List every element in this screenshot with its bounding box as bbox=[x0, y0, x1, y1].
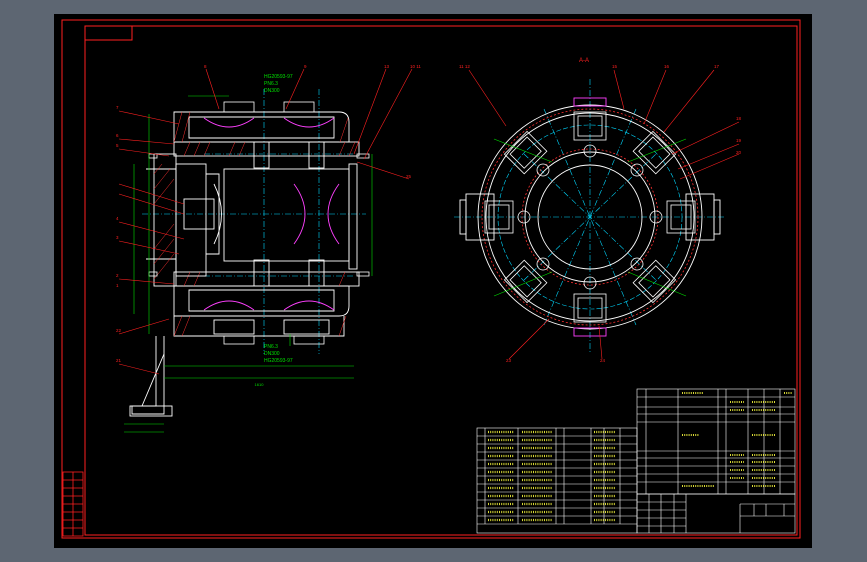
balloon-label: 16 bbox=[664, 64, 670, 69]
top-spec-pressure: PN6.3 bbox=[264, 81, 278, 87]
section-a-a-view: A-A bbox=[454, 58, 740, 360]
balloon-label: 18 bbox=[736, 116, 742, 121]
top-shell-hatch bbox=[173, 111, 356, 157]
title-block bbox=[636, 493, 796, 534]
top-spec-size: DN300 bbox=[264, 88, 280, 94]
balloon-label: 2 bbox=[116, 273, 119, 278]
bottom-spec-size: DN300 bbox=[264, 351, 280, 357]
front-leaders bbox=[118, 68, 413, 375]
section-centerlines bbox=[454, 79, 726, 354]
top-shell bbox=[173, 111, 360, 169]
drawing-number-box bbox=[84, 25, 133, 41]
front-dimensions bbox=[124, 95, 373, 433]
balloon-label: 5 bbox=[116, 143, 119, 148]
balloon-label: 19 bbox=[736, 138, 742, 143]
front-section-view: 1610 HG20593-97 PN6.3 DN300 PN6.3 DN300 … bbox=[118, 68, 413, 433]
balloon-label: 9 bbox=[304, 64, 307, 69]
section-label: A-A bbox=[579, 58, 589, 64]
balloon-label: 1 bbox=[116, 283, 119, 288]
bottom-shell bbox=[173, 259, 360, 337]
right-flange-bolts bbox=[148, 153, 370, 277]
balloon-label: 3 bbox=[116, 235, 119, 240]
balloon-label: 20 bbox=[736, 150, 742, 155]
balloon-label: 11 12 bbox=[459, 64, 470, 69]
dim-length-text: 1610 bbox=[255, 382, 265, 387]
section-dimensions bbox=[493, 138, 687, 297]
margin-stamp-table bbox=[62, 471, 84, 537]
top-nozzle bbox=[223, 101, 315, 113]
drawing-sheet: 1610 HG20593-97 PN6.3 DN300 PN6.3 DN300 … bbox=[54, 14, 812, 548]
balloon-label: 24 bbox=[600, 358, 606, 363]
inner-frame bbox=[84, 25, 798, 536]
section-leaders bbox=[468, 69, 740, 360]
balloon-label: 21 bbox=[116, 358, 122, 363]
central-bore bbox=[223, 163, 358, 270]
balloon-label: 10 11 bbox=[410, 64, 421, 69]
cad-viewport[interactable]: 1610 HG20593-97 PN6.3 DN300 PN6.3 DN300 … bbox=[0, 0, 867, 562]
support-bracket bbox=[129, 336, 173, 417]
bottom-nozzle bbox=[223, 335, 325, 345]
balloon-label: 17 bbox=[714, 64, 720, 69]
balloon-label: 4 bbox=[116, 216, 119, 221]
top-spec-note: HG20593-97 PN6.3 DN300 bbox=[264, 74, 293, 94]
balloon-label: 7 bbox=[116, 105, 119, 110]
bottom-spec-standard: HG20593-97 bbox=[264, 358, 293, 364]
bottom-shell-hatch bbox=[173, 271, 347, 337]
part-balloons: 8 9 13 10 11 11 12 15 16 17 18 19 20 7 6… bbox=[116, 64, 742, 363]
outer-frame bbox=[61, 19, 801, 539]
balloon-label: 6 bbox=[116, 133, 119, 138]
balloon-label: 22 bbox=[116, 328, 122, 333]
balloon-label: 8 bbox=[204, 64, 207, 69]
bottom-spec-note: PN6.3 DN300 HG20593-97 bbox=[264, 344, 293, 364]
balloon-label: 13 bbox=[384, 64, 390, 69]
balloon-label: 15 bbox=[612, 64, 618, 69]
parts-list-table bbox=[476, 427, 638, 534]
balloon-label: 25 bbox=[406, 174, 412, 179]
top-spec-standard: HG20593-97 bbox=[264, 74, 293, 80]
left-end-cover bbox=[146, 153, 222, 287]
balloon-label: 23 bbox=[506, 358, 512, 363]
technical-data-table bbox=[636, 388, 796, 495]
left-cover-hatch bbox=[153, 163, 175, 280]
drawing-canvas: 1610 HG20593-97 PN6.3 DN300 PN6.3 DN300 … bbox=[61, 19, 801, 539]
bottom-spec-pressure: PN6.3 bbox=[264, 344, 278, 350]
